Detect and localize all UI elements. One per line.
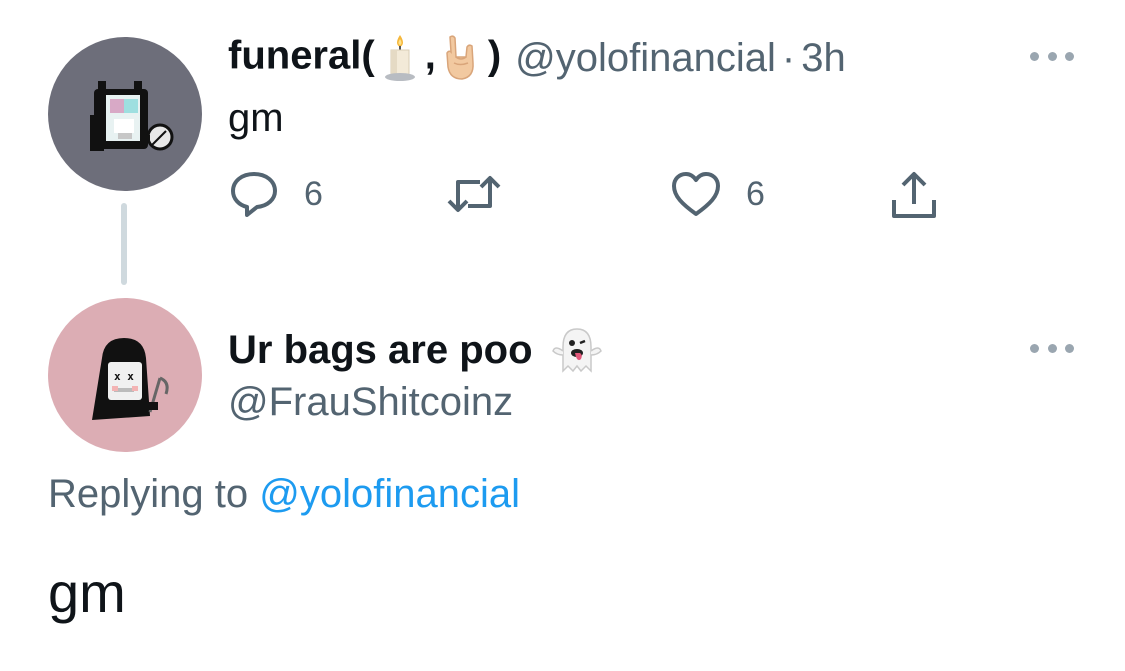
like-count: 6 <box>746 174 765 213</box>
avatar[interactable] <box>48 37 202 191</box>
reply-count: 6 <box>304 174 323 213</box>
pixel-creature-avatar-icon <box>90 81 174 151</box>
retweet-button[interactable] <box>444 170 504 218</box>
share-button[interactable] <box>888 170 940 222</box>
reply-icon <box>231 172 277 217</box>
display-name[interactable]: Ur bags are poo <box>228 322 609 378</box>
handle[interactable]: @FrauShitcoinz <box>228 380 513 425</box>
display-name-text: Ur bags are poo <box>228 327 533 372</box>
timestamp[interactable]: 3h <box>801 36 846 81</box>
more-options-icon[interactable] <box>1030 340 1074 356</box>
sign-of-the-horns-icon <box>446 35 474 80</box>
replying-label: Replying to <box>48 472 249 516</box>
svg-text:x x: x x <box>114 370 134 383</box>
retweet-icon <box>447 176 501 212</box>
share-icon <box>892 172 936 218</box>
avatar[interactable]: x x <box>48 298 202 452</box>
handle[interactable]: @yolofinancial <box>515 36 776 81</box>
replying-mention-link[interactable]: @yolofinancial <box>259 472 520 516</box>
tweet1-header: funeral( , ) @yolofinancial · 3h <box>228 30 846 86</box>
thread-line <box>121 203 127 285</box>
display-name-suffix: ) <box>487 33 502 78</box>
more-options-icon[interactable] <box>1030 48 1074 64</box>
display-name[interactable]: funeral( , ) <box>228 33 501 83</box>
ghost-tongue-icon <box>551 328 602 373</box>
tweet-text: gm <box>228 96 284 140</box>
pixel-skull-avatar-icon: x x <box>92 338 169 420</box>
candle-icon <box>384 35 415 81</box>
like-button[interactable]: 6 <box>670 170 765 218</box>
heart-icon <box>672 172 720 216</box>
separator: · <box>781 35 796 80</box>
tweet-text: gm <box>48 561 126 624</box>
replying-to: Replying to @yolofinancial <box>48 472 520 517</box>
display-name-prefix: funeral( <box>228 33 375 78</box>
display-name-comma: , <box>424 33 436 78</box>
reply-button[interactable]: 6 <box>228 170 323 218</box>
